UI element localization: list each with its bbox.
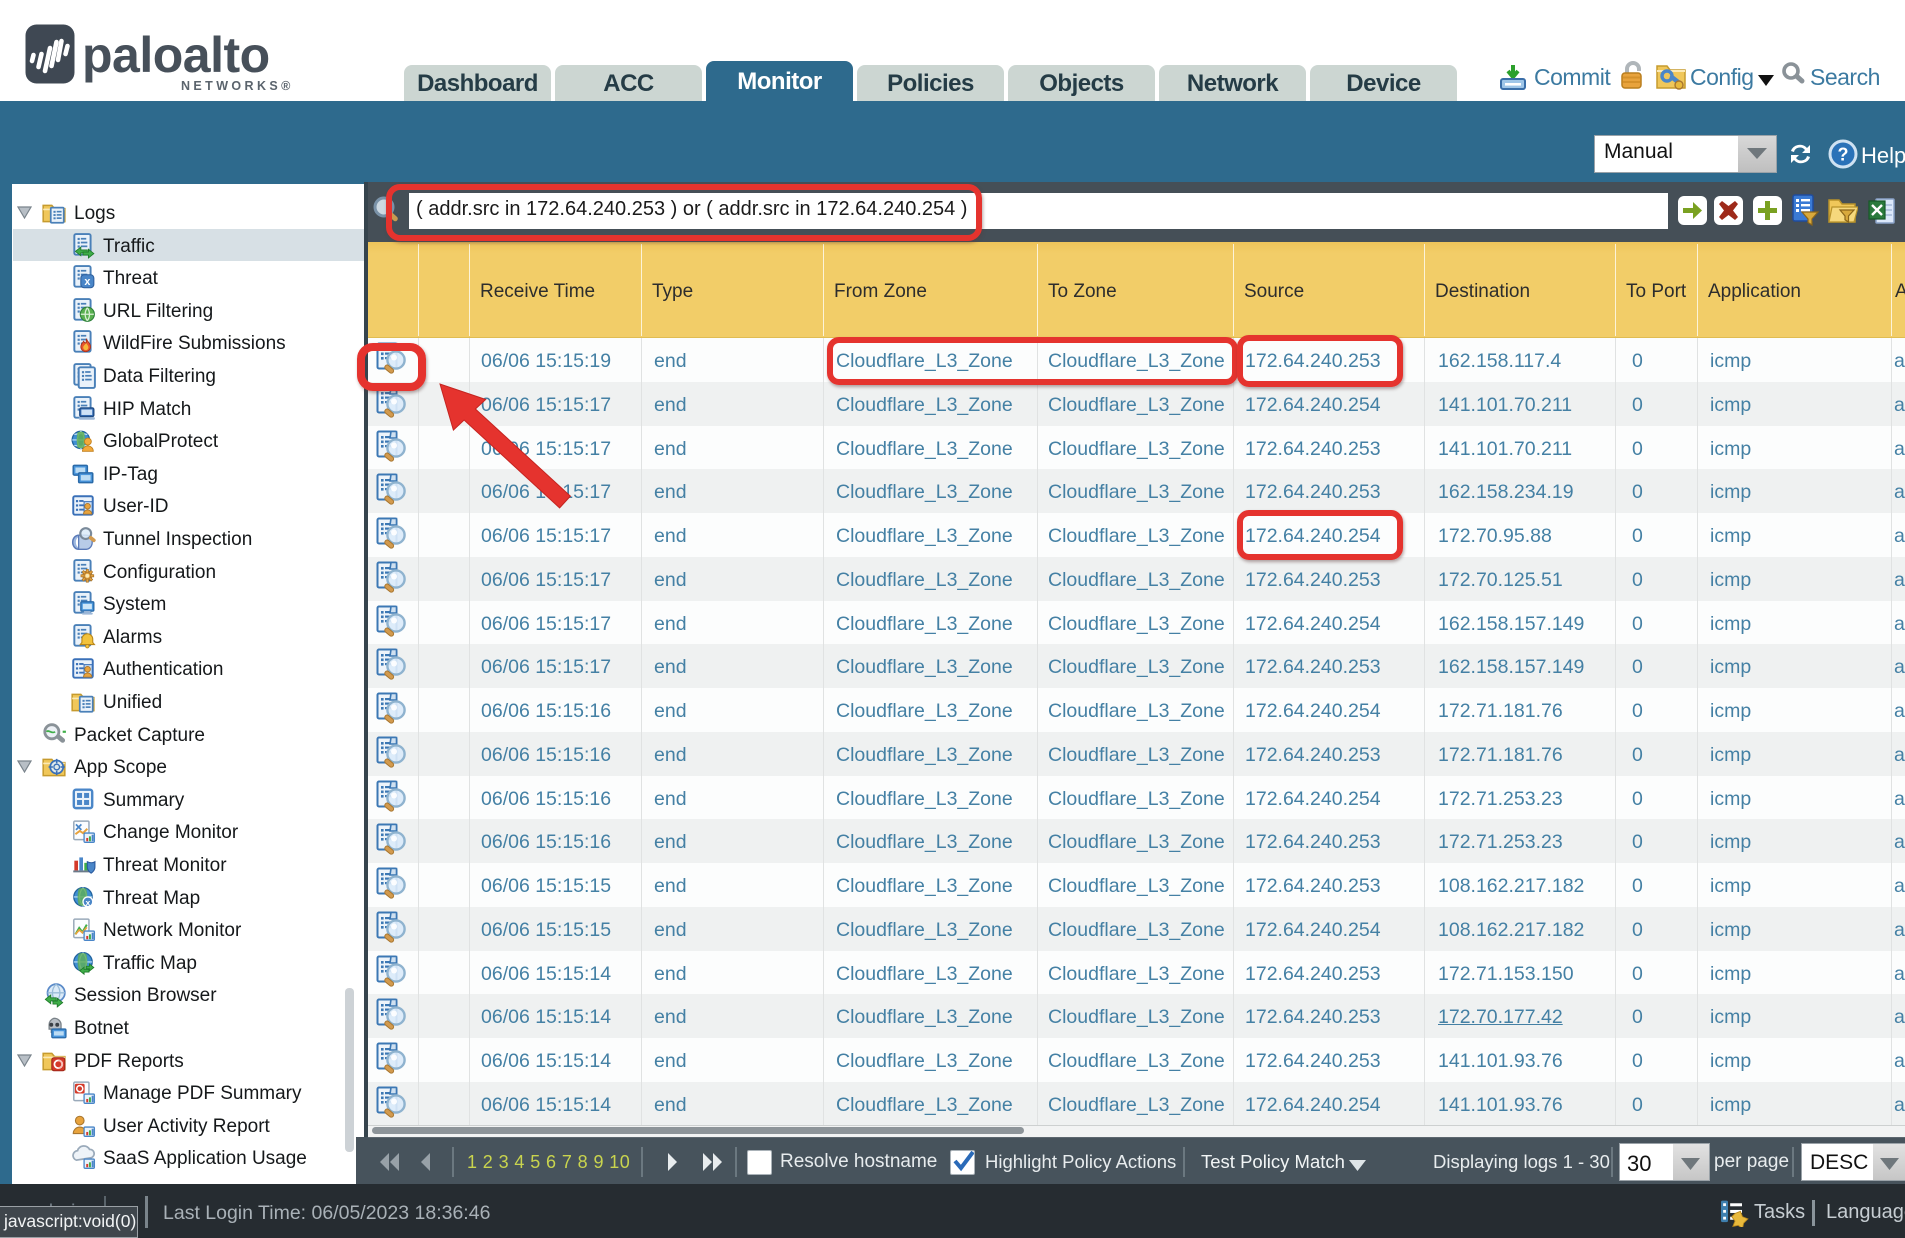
svg-text:x: x bbox=[85, 897, 90, 907]
svg-text:?: ? bbox=[1838, 145, 1849, 165]
svg-text:x: x bbox=[84, 276, 90, 288]
